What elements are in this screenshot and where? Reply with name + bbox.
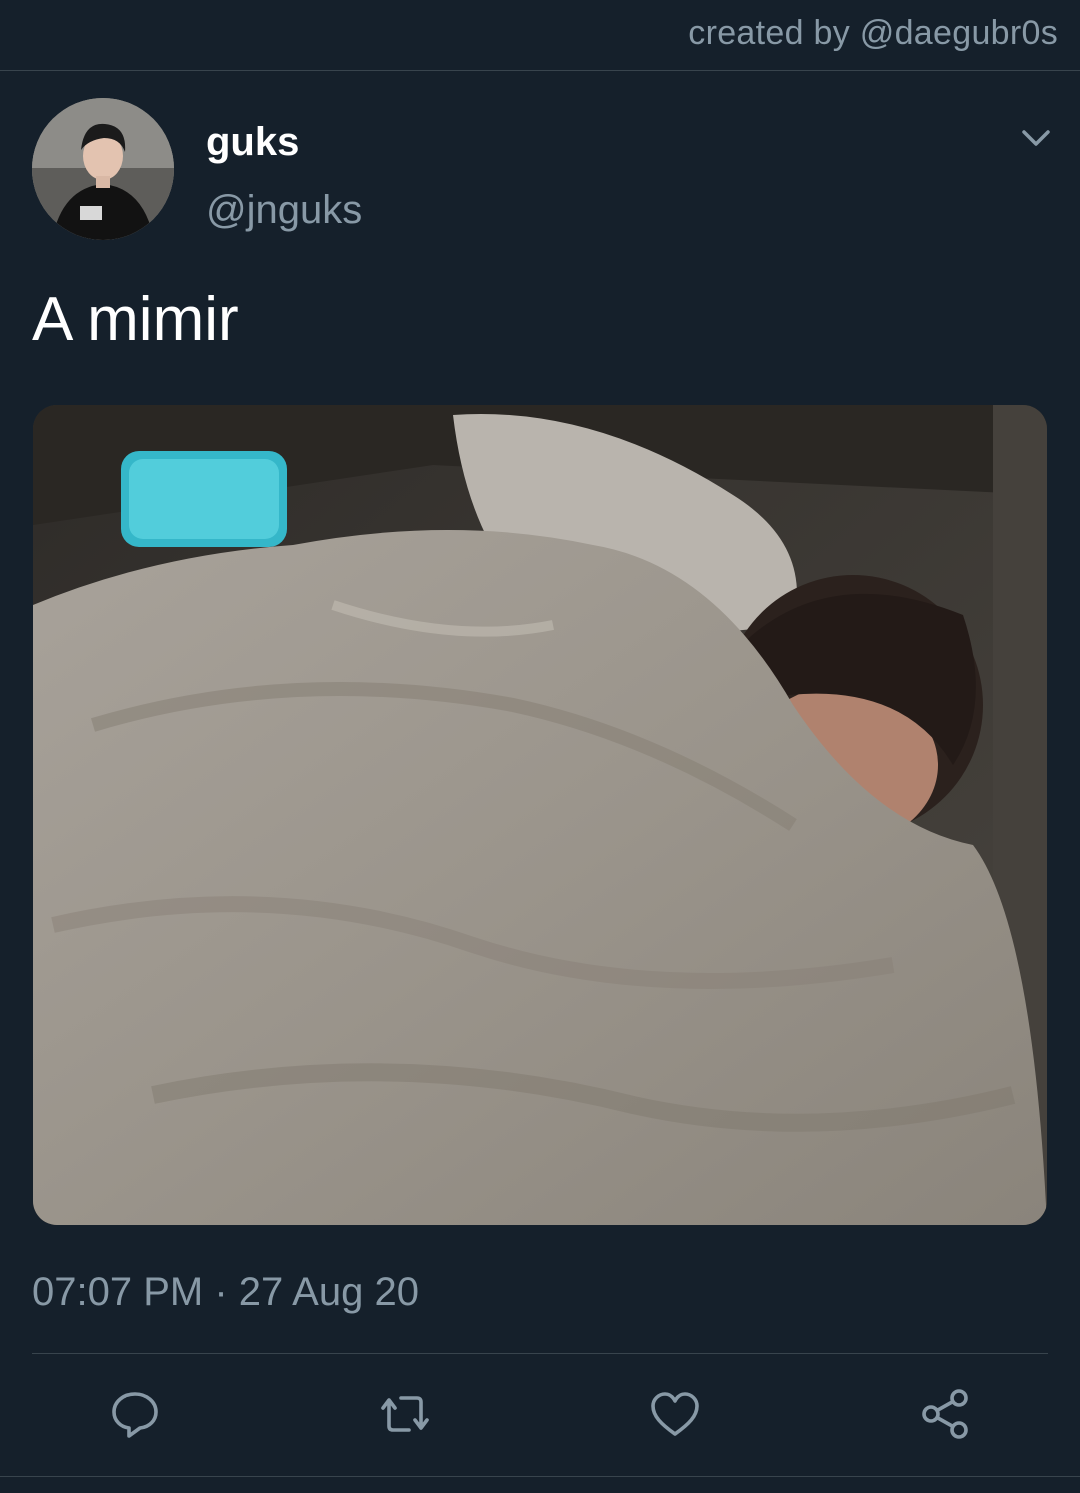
user-handle[interactable]: @jnguks (206, 188, 362, 233)
divider (32, 1353, 1048, 1354)
share-icon (922, 1389, 968, 1439)
credit-label: created by @daegubr0s (688, 14, 1058, 52)
display-name[interactable]: guks (206, 120, 299, 165)
like-button[interactable] (645, 1384, 705, 1444)
tweet-text: A mimir (32, 285, 239, 354)
retweet-button[interactable] (375, 1384, 435, 1444)
avatar-image (32, 98, 174, 240)
media-image (33, 405, 1047, 1225)
reply-button[interactable] (105, 1384, 165, 1444)
chevron-down-icon[interactable] (1016, 122, 1056, 154)
tweet-timestamp: 07:07 PM · 27 Aug 20 (32, 1270, 419, 1314)
avatar[interactable] (32, 98, 174, 240)
top-bar: created by @daegubr0s (0, 0, 1080, 71)
retweet-icon (381, 1396, 429, 1432)
bottom-divider (0, 1476, 1080, 1477)
reply-icon (112, 1392, 158, 1438)
heart-icon (651, 1392, 699, 1436)
share-button[interactable] (915, 1384, 975, 1444)
tweet-media[interactable] (33, 405, 1047, 1225)
